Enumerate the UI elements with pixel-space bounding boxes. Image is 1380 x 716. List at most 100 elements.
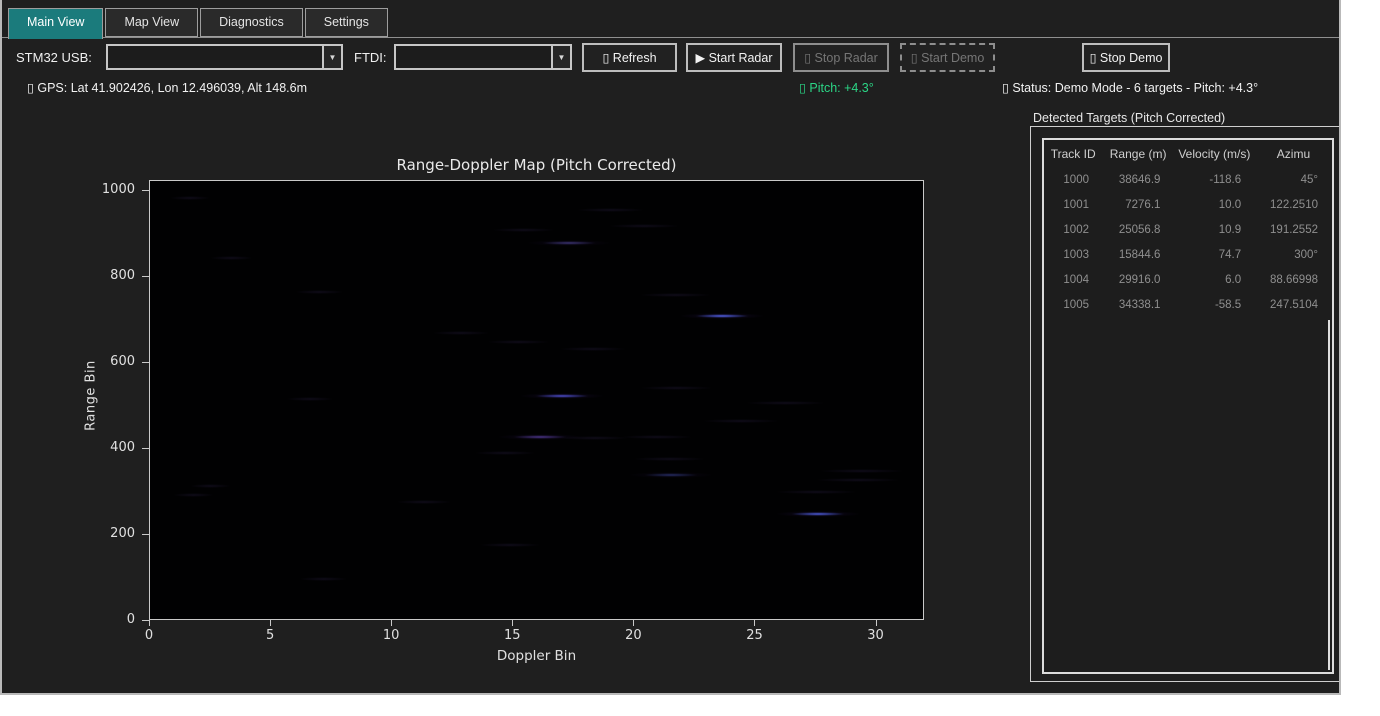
refresh-button[interactable]: ▯ Refresh <box>582 43 677 72</box>
stop-demo-button[interactable]: ▯ Stop Demo <box>1082 43 1170 72</box>
noise-blob <box>432 331 491 335</box>
chevron-down-icon[interactable]: ▼ <box>322 46 341 68</box>
noise-blob <box>819 469 905 473</box>
target-streak <box>629 472 713 478</box>
target-streak <box>520 393 604 399</box>
table-row[interactable]: 100225056.810.9191.2552 <box>1044 217 1332 242</box>
x-tick-label: 20 <box>618 628 648 643</box>
table-cell: 247.5104 <box>1255 299 1332 311</box>
table-header-row: Track IDRange (m)Velocity (m/s)Azimu <box>1044 140 1332 167</box>
noise-blob <box>487 340 550 344</box>
noise-blob <box>170 196 210 200</box>
noise-blob <box>702 419 780 423</box>
noise-blob <box>190 484 231 488</box>
ftdi-port-value <box>396 46 551 68</box>
x-tick <box>633 620 634 626</box>
noise-blob <box>775 490 858 494</box>
x-tick <box>512 620 513 626</box>
table-cell: 1000 <box>1044 174 1103 186</box>
range-doppler-plot[interactable] <box>149 180 924 620</box>
table-row[interactable]: 100534338.1-58.5247.5104 <box>1044 292 1332 317</box>
table-cell: 122.2510 <box>1255 199 1332 211</box>
table-row[interactable]: 10017276.110.0122.2510 <box>1044 192 1332 217</box>
table-cell: 1004 <box>1044 274 1103 286</box>
y-tick-label: 400 <box>89 440 135 455</box>
x-tick <box>270 620 271 626</box>
y-tick-label: 600 <box>89 354 135 369</box>
x-tick-label: 30 <box>861 628 891 643</box>
x-tick <box>754 620 755 626</box>
x-tick <box>391 620 392 626</box>
noise-blob <box>210 256 253 260</box>
y-tick-label: 0 <box>89 612 135 627</box>
gps-status-text: ▯ GPS: Lat 41.902426, Lon 12.496039, Alt… <box>27 80 307 95</box>
table-cell: 38646.9 <box>1103 174 1174 186</box>
y-tick <box>142 620 149 621</box>
target-streak <box>680 313 764 319</box>
tab-map-view[interactable]: Map View <box>105 8 198 37</box>
start-radar-button[interactable]: ▶ Start Radar <box>686 43 782 72</box>
table-cell: 7276.1 <box>1103 199 1174 211</box>
y-tick-label: 800 <box>89 268 135 283</box>
noise-blob <box>633 457 706 461</box>
column-header[interactable]: Track ID <box>1044 147 1102 161</box>
table-cell: 45° <box>1255 174 1332 186</box>
stop-radar-button[interactable]: ▯ Stop Radar <box>793 43 889 72</box>
x-tick <box>876 620 877 626</box>
start-demo-button[interactable]: ▯ Start Demo <box>900 43 995 72</box>
app-window: Main View Map View Diagnostics Settings … <box>0 0 1341 695</box>
table-row[interactable]: 100038646.9-118.645° <box>1044 167 1332 192</box>
table-cell: 300° <box>1255 249 1332 261</box>
table-scrollbar[interactable] <box>1328 320 1330 670</box>
noise-blob <box>479 543 541 547</box>
table-cell: 15844.6 <box>1103 249 1174 261</box>
noise-blob <box>745 401 826 405</box>
target-streak <box>527 240 611 246</box>
table-cell: -58.5 <box>1174 299 1255 311</box>
table-cell: 1005 <box>1044 299 1103 311</box>
stm32-port-select[interactable]: ▼ <box>106 44 343 70</box>
x-tick-label: 0 <box>134 628 164 643</box>
y-tick <box>142 276 149 277</box>
table-cell: 74.7 <box>1174 249 1255 261</box>
noise-blob <box>286 397 334 401</box>
noise-blob <box>639 293 712 297</box>
column-header[interactable]: Azimu <box>1255 147 1332 161</box>
table-cell: 10.9 <box>1174 224 1255 236</box>
noise-blob <box>576 208 645 212</box>
stm32-usb-label: STM32 USB: <box>16 50 92 65</box>
ftdi-port-select[interactable]: ▼ <box>394 44 572 70</box>
tab-main-view[interactable]: Main View <box>8 8 103 39</box>
x-tick-label: 10 <box>376 628 406 643</box>
chevron-down-icon[interactable]: ▼ <box>551 46 570 68</box>
noise-blob <box>621 435 693 439</box>
ftdi-label: FTDI: <box>354 50 387 65</box>
x-tick-label: 25 <box>739 628 769 643</box>
x-tick-label: 5 <box>255 628 285 643</box>
tab-bar: Main View Map View Diagnostics Settings <box>8 8 390 39</box>
column-header[interactable]: Range (m) <box>1102 147 1173 161</box>
tab-diagnostics[interactable]: Diagnostics <box>200 8 303 37</box>
noise-blob <box>561 436 629 440</box>
y-tick <box>142 362 149 363</box>
targets-panel-title: Detected Targets (Pitch Corrected) <box>1033 111 1225 125</box>
y-tick-label: 1000 <box>89 182 135 197</box>
noise-blob <box>396 500 452 504</box>
table-cell: 1002 <box>1044 224 1103 236</box>
noise-blob <box>173 493 213 497</box>
tab-settings[interactable]: Settings <box>305 8 388 37</box>
table-row[interactable]: 100315844.674.7300° <box>1044 242 1332 267</box>
table-cell: 34338.1 <box>1103 299 1174 311</box>
table-row[interactable]: 100429916.06.088.66998 <box>1044 267 1332 292</box>
y-tick <box>142 534 149 535</box>
targets-table[interactable]: Track IDRange (m)Velocity (m/s)Azimu1000… <box>1042 138 1334 674</box>
stm32-port-value <box>108 46 322 68</box>
noise-blob <box>815 478 901 482</box>
noise-blob <box>295 290 344 294</box>
table-cell: 1003 <box>1044 249 1103 261</box>
column-header[interactable]: Velocity (m/s) <box>1174 147 1255 161</box>
noise-blob <box>492 228 555 232</box>
y-tick <box>142 448 149 449</box>
table-cell: 1001 <box>1044 199 1103 211</box>
chart-title: Range-Doppler Map (Pitch Corrected) <box>149 156 924 174</box>
